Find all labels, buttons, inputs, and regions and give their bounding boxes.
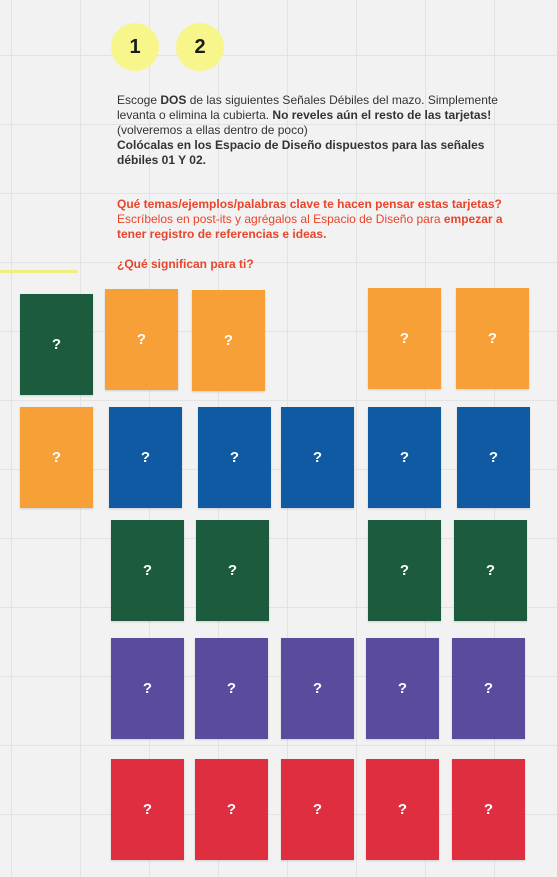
weak-signal-card[interactable]: ? [366, 638, 439, 739]
card-label: ? [227, 562, 238, 579]
card-label: ? [483, 801, 494, 818]
weak-signal-card[interactable]: ? [105, 289, 178, 390]
card-label: ? [399, 330, 410, 347]
card-label: ? [142, 562, 153, 579]
weak-signal-card[interactable]: ? [454, 520, 527, 621]
weak-signal-card[interactable]: ? [111, 759, 184, 860]
weak-signal-card[interactable]: ? [452, 759, 525, 860]
weak-signal-card[interactable]: ? [111, 520, 184, 621]
weak-signal-card[interactable]: ? [20, 407, 93, 508]
weak-signal-card[interactable]: ? [109, 407, 182, 508]
card-label: ? [226, 801, 237, 818]
card-label: ? [226, 680, 237, 697]
card-label: ? [399, 449, 410, 466]
meaning-question: ¿Qué significan para ti? [117, 257, 254, 271]
weak-signal-card[interactable]: ? [457, 407, 530, 508]
card-label: ? [312, 801, 323, 818]
card-label: ? [483, 680, 494, 697]
card-label: ? [136, 331, 147, 348]
card-label: ? [51, 336, 62, 353]
card-label: ? [140, 449, 151, 466]
weak-signal-card[interactable]: ? [368, 288, 441, 389]
weak-signal-card[interactable]: ? [368, 407, 441, 508]
card-label: ? [397, 680, 408, 697]
card-label: ? [312, 680, 323, 697]
card-label: ? [399, 562, 410, 579]
card-label: ? [51, 449, 62, 466]
weak-signal-card[interactable]: ? [281, 407, 354, 508]
weak-signal-card[interactable]: ? [111, 638, 184, 739]
card-label: ? [312, 449, 323, 466]
weak-signal-card[interactable]: ? [456, 288, 529, 389]
question-prompt: Qué temas/ejemplos/palabras clave te hac… [117, 197, 503, 241]
weak-signal-card[interactable]: ? [281, 759, 354, 860]
weak-signal-card[interactable]: ? [368, 520, 441, 621]
weak-signal-card[interactable]: ? [195, 638, 268, 739]
card-label: ? [488, 449, 499, 466]
weak-signal-card[interactable]: ? [281, 638, 354, 739]
card-label: ? [487, 330, 498, 347]
weak-signal-card[interactable]: ? [452, 638, 525, 739]
step-1-badge[interactable]: 1 [111, 23, 159, 71]
card-label: ? [142, 680, 153, 697]
weak-signal-card[interactable]: ? [195, 759, 268, 860]
placement-instruction: Colócalas en los Espacio de Diseño dispu… [117, 138, 485, 167]
weak-signal-card[interactable]: ? [196, 520, 269, 621]
card-label: ? [485, 562, 496, 579]
highlighter-stroke [0, 270, 78, 273]
card-label: ? [142, 801, 153, 818]
card-label: ? [223, 332, 234, 349]
card-label: ? [229, 449, 240, 466]
weak-signal-card[interactable]: ? [192, 290, 265, 391]
weak-signal-card[interactable]: ? [198, 407, 271, 508]
weak-signal-card[interactable]: ? [366, 759, 439, 860]
weak-signal-card[interactable]: ? [20, 294, 93, 395]
card-label: ? [397, 801, 408, 818]
step-2-badge[interactable]: 2 [176, 23, 224, 71]
instructions-paragraph: Escoge DOS de las siguientes Señales Déb… [117, 93, 498, 137]
